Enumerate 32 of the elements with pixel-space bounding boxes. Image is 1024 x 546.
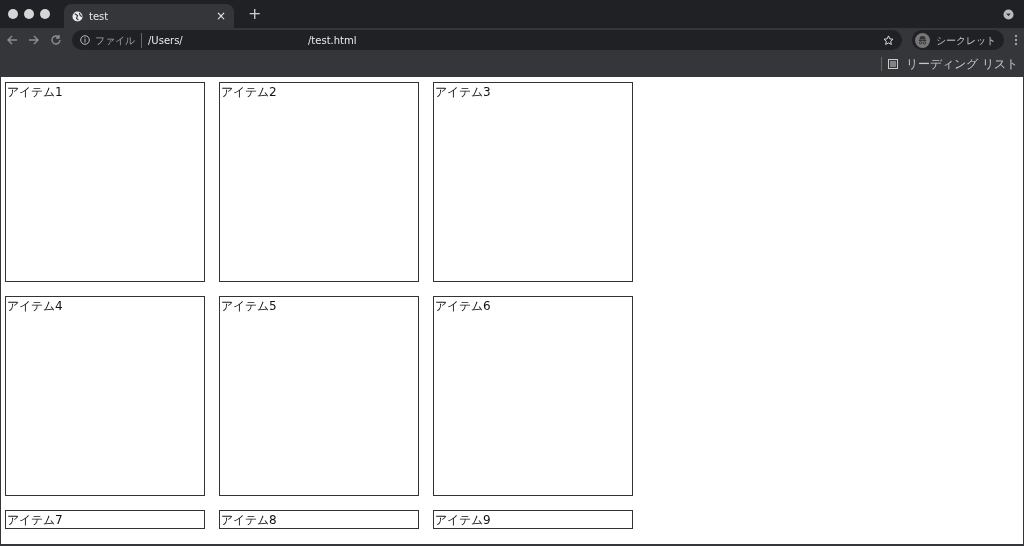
item-label: アイテム3 [435, 85, 491, 99]
incognito-profile-button[interactable]: シークレット [912, 30, 1004, 50]
address-bar[interactable]: ファイル /Users/ /test.html [72, 30, 902, 50]
maximize-window-button[interactable] [40, 9, 50, 19]
url-scheme-label: ファイル [95, 32, 142, 48]
forward-icon[interactable] [28, 34, 40, 46]
item-label: アイテム6 [435, 299, 491, 313]
close-tab-button[interactable]: × [215, 7, 226, 25]
back-icon[interactable] [6, 34, 18, 46]
item-label: アイテム9 [435, 513, 491, 527]
incognito-icon [915, 32, 930, 48]
tab-title: test [89, 9, 110, 24]
dropdown-icon[interactable] [1003, 8, 1014, 20]
reading-list-button[interactable]: リーディング リスト [888, 55, 1018, 73]
globe-icon [72, 10, 83, 22]
item-label: アイテム4 [7, 299, 63, 313]
item-label: アイテム7 [7, 513, 63, 527]
minimize-window-button[interactable] [24, 9, 34, 19]
list-icon [888, 59, 899, 69]
url-text: /Users/ [148, 33, 184, 48]
item-label: アイテム2 [221, 85, 277, 99]
star-icon[interactable] [883, 34, 894, 46]
url-text: /test.html [308, 33, 358, 48]
new-tab-button[interactable]: + [242, 1, 268, 27]
info-icon [80, 35, 90, 45]
item-label: アイテム1 [7, 85, 63, 99]
browser-tab[interactable]: test × [64, 4, 234, 28]
item-label: アイテム5 [221, 299, 277, 313]
item-label: アイテム8 [221, 513, 277, 527]
menu-icon[interactable] [1014, 34, 1018, 46]
reload-icon[interactable] [50, 34, 62, 46]
close-window-button[interactable] [8, 9, 18, 19]
